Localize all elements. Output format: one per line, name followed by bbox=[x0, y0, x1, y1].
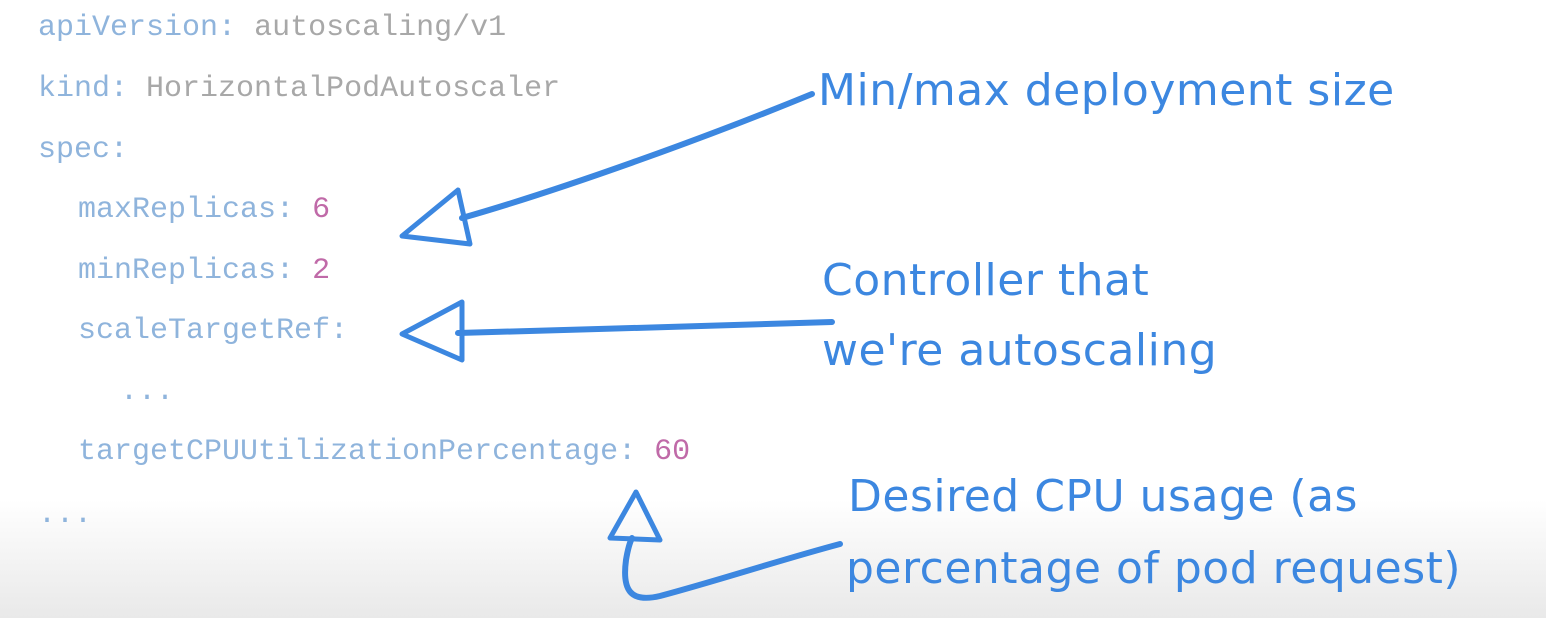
annotation-controller-line2: we're autoscaling bbox=[822, 325, 1218, 376]
slide: apiVersion: autoscaling/v1 kind: Horizon… bbox=[0, 0, 1546, 618]
controller-arrow-head bbox=[399, 299, 465, 363]
annotation-cpu-line2: percentage of pod request) bbox=[846, 543, 1462, 594]
annotation-controller-line1: Controller that bbox=[822, 255, 1150, 306]
annotation-minmax: Min/max deployment size bbox=[818, 65, 1395, 116]
cpu-arrow-head bbox=[607, 489, 663, 543]
annotation-cpu-line1: Desired CPU usage (as bbox=[848, 471, 1358, 522]
minmax-arrow-shaft bbox=[459, 91, 815, 221]
controller-arrow-shaft bbox=[455, 319, 835, 336]
cpu-arrow-shaft bbox=[622, 535, 843, 601]
